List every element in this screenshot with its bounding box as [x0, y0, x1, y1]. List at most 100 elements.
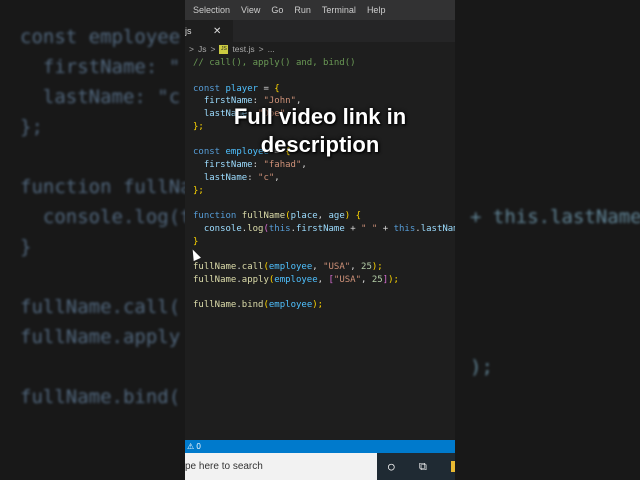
code-token: 25 [361, 262, 372, 272]
caption-line-2: description [260, 132, 380, 157]
code-token: { [355, 211, 362, 221]
warnings-count[interactable]: ⚠ 0 [187, 442, 201, 451]
code-token: = [258, 83, 275, 94]
code-token: { [274, 83, 280, 94]
menu-help[interactable]: Help [367, 5, 386, 15]
tab-test-js[interactable]: js ✕ [185, 20, 233, 42]
taskbar-search-input[interactable]: pe here to search [185, 453, 377, 480]
code-token: fullName [241, 211, 286, 221]
code-line: fullName.call(employee, "USA", 25); [185, 261, 455, 274]
code-line: // call(), apply() and, bind() [185, 57, 455, 70]
code-token: : [247, 172, 259, 183]
code-token: firstName [296, 223, 345, 234]
code-line: firstName: "fahad", [185, 159, 455, 172]
tab-bar: js ✕ [185, 20, 455, 42]
code-token: player [225, 83, 259, 94]
code-token: employee [268, 262, 313, 272]
blurred-background-left: const employee = { firstName: " lastName… [0, 0, 185, 480]
code-token: // call(), apply() and, bind() [193, 58, 356, 68]
code-token: call [241, 262, 264, 272]
blurred-background-right: + this.lastName ); [455, 0, 640, 480]
file-explorer-icon[interactable] [451, 461, 455, 472]
breadcrumb: > Js > JS test.js > ... [185, 42, 455, 56]
cortana-circle-icon[interactable]: ○ [388, 460, 395, 473]
code-token: "fahad" [263, 160, 302, 170]
menu-bar: Selection View Go Run Terminal Help [185, 0, 455, 20]
code-token: , [274, 172, 280, 183]
code-token: age [328, 211, 345, 221]
code-token: place [290, 211, 318, 221]
code-token: ); [388, 274, 399, 285]
code-token: const [193, 83, 226, 94]
code-line: }; [185, 185, 455, 198]
task-view-icon[interactable]: ⧉ [419, 460, 427, 474]
code-token: this [268, 223, 291, 234]
vscode-window: Selection View Go Run Terminal Help js ✕… [185, 0, 455, 480]
code-token: fullName [193, 274, 237, 285]
code-token: , [361, 274, 372, 285]
menu-selection[interactable]: Selection [193, 5, 230, 15]
code-token: , [301, 160, 307, 170]
code-line: function fullName(place, age) { [185, 210, 455, 223]
close-icon[interactable]: ✕ [213, 26, 221, 37]
code-editor[interactable]: // call(), apply() and, bind() const play… [185, 57, 455, 312]
code-token: employee [274, 274, 318, 285]
code-token: " " [361, 223, 378, 234]
code-token: lastName [420, 223, 455, 234]
blurred-code-left: const employee = { firstName: " lastName… [20, 26, 185, 408]
js-file-icon: JS [219, 44, 229, 54]
code-token: ); [371, 262, 383, 272]
blurred-code-right: + this.lastName ); [470, 206, 640, 378]
code-line: fullName.bind(employee); [185, 299, 455, 312]
caption-line-1: Full video link in [233, 104, 407, 129]
code-line: console.log(this.firstName + " " + this.… [185, 223, 455, 236]
code-token: employee [268, 300, 313, 311]
windows-taskbar: pe here to search ○ ⧉ [185, 453, 455, 480]
breadcrumb-separator: > [189, 44, 194, 54]
code-line: } [185, 236, 455, 249]
breadcrumb-more[interactable]: ... [268, 44, 275, 54]
breadcrumb-separator: > [210, 44, 216, 54]
code-line: fullName.apply(employee, ["USA", 25]); [185, 274, 455, 287]
code-token: + [377, 223, 394, 234]
code-token: }; [193, 185, 204, 196]
code-token: fullName [193, 300, 237, 311]
code-token: function [193, 211, 242, 221]
menu-terminal[interactable]: Terminal [322, 5, 356, 15]
status-bar: ⚠ 0 [185, 440, 455, 453]
tab-label: js [185, 26, 192, 36]
breadcrumb-file[interactable]: test.js [232, 44, 254, 54]
code-token: "c" [258, 172, 275, 183]
code-token: "USA" [333, 274, 362, 285]
code-line: lastName: "c", [185, 172, 455, 185]
menu-run[interactable]: Run [294, 5, 311, 15]
code-token: } [193, 236, 199, 247]
code-token: this [393, 223, 416, 234]
code-token: , [350, 262, 362, 272]
code-token: 25 [371, 274, 383, 285]
code-token: bind [241, 300, 264, 311]
code-line: const player = { [185, 83, 455, 96]
code-token: "USA" [323, 262, 351, 272]
code-token: : [252, 160, 264, 170]
code-token: ); [312, 300, 324, 311]
code-token: apply [241, 274, 269, 285]
code-token: console [193, 223, 242, 234]
code-token: , [317, 211, 329, 221]
breadcrumb-folder[interactable]: Js [198, 44, 207, 54]
code-token: , [317, 274, 329, 285]
code-token: + [344, 223, 362, 234]
code-token: fullName [193, 262, 237, 272]
menu-go[interactable]: Go [271, 5, 283, 15]
code-token: ) [344, 211, 356, 221]
code-token: firstName [193, 160, 253, 170]
breadcrumb-separator: > [258, 44, 264, 54]
menu-view[interactable]: View [241, 5, 260, 15]
code-token: log [247, 223, 264, 234]
code-token: , [312, 262, 324, 272]
code-token: lastName [193, 172, 248, 183]
